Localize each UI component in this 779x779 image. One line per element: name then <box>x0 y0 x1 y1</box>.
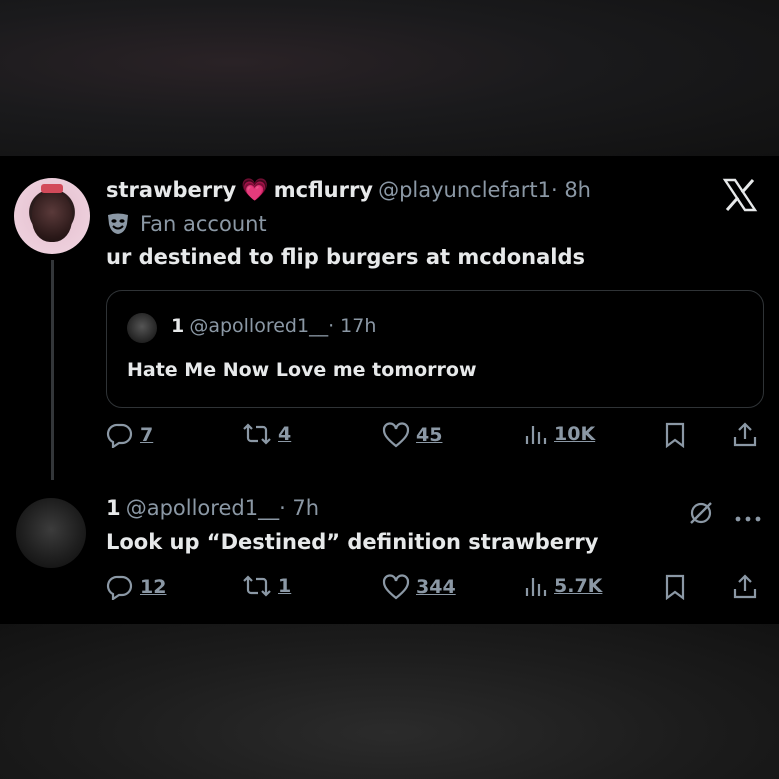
repost-icon <box>242 574 272 598</box>
share-button[interactable] <box>732 422 758 448</box>
blurred-background-bottom <box>0 624 779 779</box>
reply-count: 12 <box>140 576 167 598</box>
bookmark-icon <box>664 422 686 448</box>
reply-button[interactable]: 12 <box>106 574 166 600</box>
like-button[interactable]: 344 <box>382 574 456 600</box>
repost-count: 1 <box>278 575 292 597</box>
post-body: ur destined to flip burgers at mcdonalds <box>106 245 585 269</box>
share-button[interactable] <box>732 574 758 600</box>
display-name-suffix[interactable]: mcflurry <box>274 178 373 202</box>
avatar-face <box>32 192 72 242</box>
quote-name: 1 <box>171 315 185 337</box>
reply-count: 7 <box>140 424 154 446</box>
views-count: 5.7K <box>554 575 603 597</box>
reply-header: 1 @apollored1__· 7h <box>106 496 319 520</box>
display-name[interactable]: strawberry <box>106 178 236 202</box>
reply-name[interactable]: 1 <box>106 496 121 520</box>
reply-body: Look up “Destined” definition strawberry <box>106 530 599 554</box>
reply-icon <box>106 574 134 600</box>
like-count: 45 <box>416 424 443 446</box>
blurred-background-top <box>0 0 779 156</box>
post-header: strawberry 💗 mcflurry @playunclefart1· 8… <box>106 178 591 203</box>
grok-icon[interactable] <box>688 500 714 530</box>
heart-emoji: 💗 <box>241 178 269 203</box>
repost-count: 4 <box>278 423 292 445</box>
share-icon <box>732 422 758 448</box>
quote-header: 1 @apollored1__· 17h <box>171 315 376 337</box>
reply-button[interactable]: 7 <box>106 422 153 448</box>
repost-icon <box>242 422 272 446</box>
reply-icon <box>106 422 134 448</box>
post-action-bar: 7 4 45 10K <box>106 422 766 454</box>
quote-handle: @apollored1__ <box>189 315 329 337</box>
like-button[interactable]: 45 <box>382 422 442 448</box>
reply-time[interactable]: · 7h <box>279 496 319 520</box>
views-button[interactable]: 10K <box>524 422 595 446</box>
quote-time: · 17h <box>328 315 377 337</box>
views-count: 10K <box>554 423 596 445</box>
like-icon <box>382 422 410 448</box>
avatar-crown <box>41 184 63 193</box>
quote-body: Hate Me Now Love me tomorrow <box>127 359 477 381</box>
views-icon <box>524 574 548 598</box>
post-time[interactable]: · 8h <box>551 178 591 202</box>
avatar[interactable] <box>14 178 90 254</box>
quoted-tweet[interactable]: 1 @apollored1__· 17h Hate Me Now Love me… <box>106 290 764 408</box>
bookmark-button[interactable] <box>664 422 686 448</box>
reply-handle[interactable]: @apollored1__ <box>126 496 279 520</box>
reply-avatar[interactable] <box>16 498 86 568</box>
reply-action-bar: 12 1 344 5.7K <box>106 574 766 606</box>
quote-avatar <box>127 313 157 343</box>
bookmark-icon <box>664 574 686 600</box>
like-icon <box>382 574 410 600</box>
share-icon <box>732 574 758 600</box>
fan-account-label: Fan account <box>106 212 267 236</box>
theater-mask-icon <box>106 213 130 235</box>
views-icon <box>524 422 548 446</box>
views-button[interactable]: 5.7K <box>524 574 602 598</box>
thread-connector-line <box>51 260 54 480</box>
repost-button[interactable]: 1 <box>242 574 291 598</box>
tweet-thread-panel: strawberry 💗 mcflurry @playunclefart1· 8… <box>0 156 779 624</box>
repost-button[interactable]: 4 <box>242 422 291 446</box>
like-count: 344 <box>416 576 456 598</box>
post-handle[interactable]: @playunclefart1 <box>378 178 551 202</box>
bookmark-button[interactable] <box>664 574 686 600</box>
more-icon[interactable] <box>734 508 762 527</box>
fan-account-text: Fan account <box>140 212 267 236</box>
x-logo-icon[interactable] <box>722 178 758 216</box>
